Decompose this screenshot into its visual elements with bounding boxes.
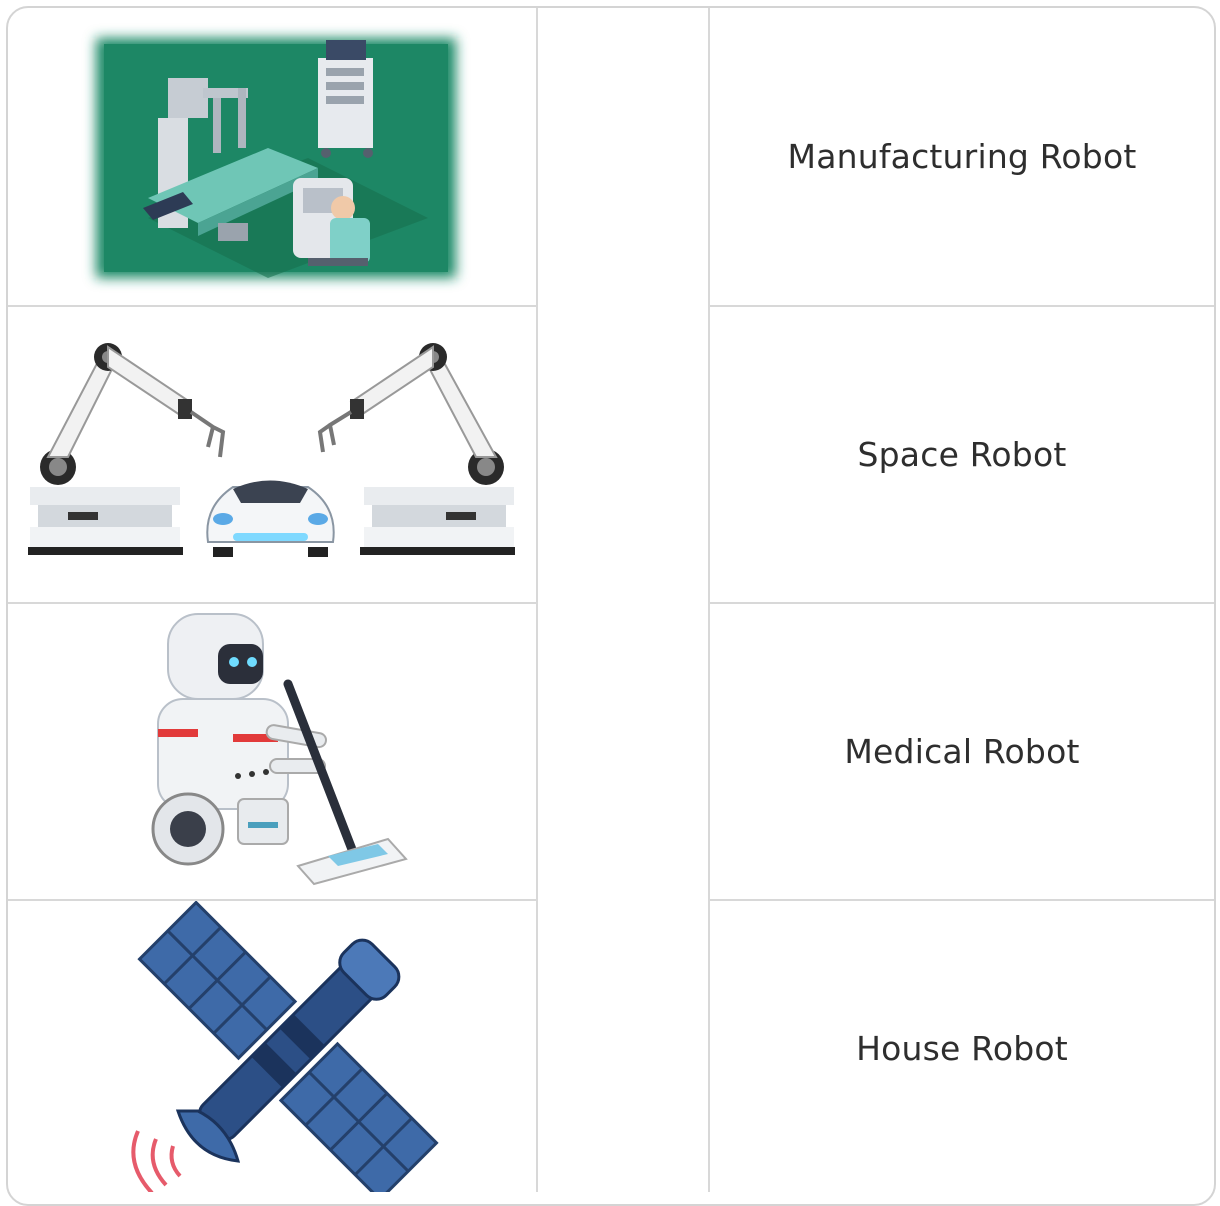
column-divider <box>536 8 538 1192</box>
surgical-operating-room-icon[interactable] <box>8 8 536 305</box>
row-label: House Robot <box>856 1029 1068 1068</box>
industrial-robot-arms-car-icon[interactable] <box>8 307 536 602</box>
label-cell[interactable]: House Robot <box>710 901 1214 1196</box>
label-cell[interactable]: Manufacturing Robot <box>710 8 1214 305</box>
cleaning-robot-mop-icon[interactable] <box>8 604 536 899</box>
label-cell[interactable]: Medical Robot <box>710 604 1214 899</box>
row-label: Medical Robot <box>844 732 1080 771</box>
label-cell[interactable]: Space Robot <box>710 307 1214 602</box>
row-label: Manufacturing Robot <box>787 137 1137 176</box>
satellite-icon[interactable] <box>8 901 536 1192</box>
row-label: Space Robot <box>857 435 1067 474</box>
